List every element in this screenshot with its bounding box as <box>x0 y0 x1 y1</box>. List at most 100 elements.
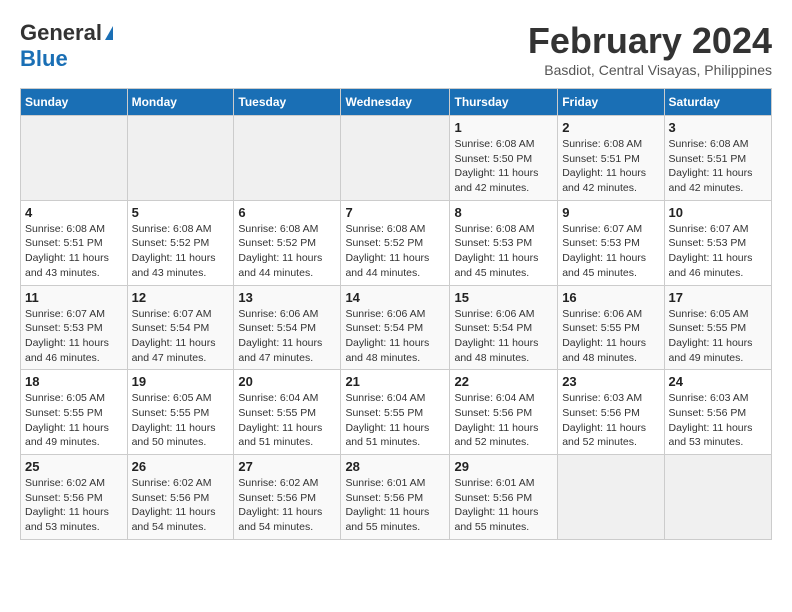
table-row: 11 Sunrise: 6:07 AM Sunset: 5:53 PM Dayl… <box>21 285 128 370</box>
day-info: Sunrise: 6:05 AM Sunset: 5:55 PM Dayligh… <box>25 392 109 448</box>
table-row: 23 Sunrise: 6:03 AM Sunset: 5:56 PM Dayl… <box>558 370 664 455</box>
location-title: Basdiot, Central Visayas, Philippines <box>528 62 772 78</box>
month-title: February 2024 <box>528 20 772 62</box>
calendar-week-row: 25 Sunrise: 6:02 AM Sunset: 5:56 PM Dayl… <box>21 455 772 540</box>
table-row: 22 Sunrise: 6:04 AM Sunset: 5:56 PM Dayl… <box>450 370 558 455</box>
header-thursday: Thursday <box>450 89 558 116</box>
day-number: 19 <box>132 374 230 389</box>
header-monday: Monday <box>127 89 234 116</box>
day-number: 15 <box>454 290 553 305</box>
day-number: 7 <box>345 205 445 220</box>
table-row: 29 Sunrise: 6:01 AM Sunset: 5:56 PM Dayl… <box>450 455 558 540</box>
table-row: 13 Sunrise: 6:06 AM Sunset: 5:54 PM Dayl… <box>234 285 341 370</box>
day-number: 25 <box>25 459 123 474</box>
day-info: Sunrise: 6:04 AM Sunset: 5:56 PM Dayligh… <box>454 392 538 448</box>
table-row: 9 Sunrise: 6:07 AM Sunset: 5:53 PM Dayli… <box>558 200 664 285</box>
day-info: Sunrise: 6:03 AM Sunset: 5:56 PM Dayligh… <box>669 392 753 448</box>
day-info: Sunrise: 6:08 AM Sunset: 5:53 PM Dayligh… <box>454 223 538 279</box>
day-number: 18 <box>25 374 123 389</box>
day-info: Sunrise: 6:05 AM Sunset: 5:55 PM Dayligh… <box>669 308 753 364</box>
table-row: 16 Sunrise: 6:06 AM Sunset: 5:55 PM Dayl… <box>558 285 664 370</box>
header-tuesday: Tuesday <box>234 89 341 116</box>
day-number: 22 <box>454 374 553 389</box>
calendar-header-row: Sunday Monday Tuesday Wednesday Thursday… <box>21 89 772 116</box>
day-number: 16 <box>562 290 659 305</box>
day-number: 4 <box>25 205 123 220</box>
day-info: Sunrise: 6:08 AM Sunset: 5:50 PM Dayligh… <box>454 138 538 194</box>
table-row: 14 Sunrise: 6:06 AM Sunset: 5:54 PM Dayl… <box>341 285 450 370</box>
header-saturday: Saturday <box>664 89 771 116</box>
table-row: 21 Sunrise: 6:04 AM Sunset: 5:55 PM Dayl… <box>341 370 450 455</box>
day-info: Sunrise: 6:04 AM Sunset: 5:55 PM Dayligh… <box>238 392 322 448</box>
day-number: 20 <box>238 374 336 389</box>
table-row: 25 Sunrise: 6:02 AM Sunset: 5:56 PM Dayl… <box>21 455 128 540</box>
calendar-table: Sunday Monday Tuesday Wednesday Thursday… <box>20 88 772 540</box>
day-info: Sunrise: 6:08 AM Sunset: 5:52 PM Dayligh… <box>238 223 322 279</box>
day-number: 10 <box>669 205 767 220</box>
table-row <box>664 455 771 540</box>
day-info: Sunrise: 6:08 AM Sunset: 5:52 PM Dayligh… <box>132 223 216 279</box>
day-number: 3 <box>669 120 767 135</box>
day-info: Sunrise: 6:08 AM Sunset: 5:51 PM Dayligh… <box>25 223 109 279</box>
table-row: 1 Sunrise: 6:08 AM Sunset: 5:50 PM Dayli… <box>450 116 558 201</box>
header-wednesday: Wednesday <box>341 89 450 116</box>
day-info: Sunrise: 6:07 AM Sunset: 5:54 PM Dayligh… <box>132 308 216 364</box>
day-number: 27 <box>238 459 336 474</box>
day-info: Sunrise: 6:07 AM Sunset: 5:53 PM Dayligh… <box>562 223 646 279</box>
header-friday: Friday <box>558 89 664 116</box>
table-row <box>234 116 341 201</box>
day-number: 24 <box>669 374 767 389</box>
table-row: 12 Sunrise: 6:07 AM Sunset: 5:54 PM Dayl… <box>127 285 234 370</box>
table-row <box>127 116 234 201</box>
day-number: 1 <box>454 120 553 135</box>
table-row <box>21 116 128 201</box>
table-row: 10 Sunrise: 6:07 AM Sunset: 5:53 PM Dayl… <box>664 200 771 285</box>
day-info: Sunrise: 6:08 AM Sunset: 5:52 PM Dayligh… <box>345 223 429 279</box>
logo: General Blue <box>20 20 113 72</box>
day-info: Sunrise: 6:02 AM Sunset: 5:56 PM Dayligh… <box>25 477 109 533</box>
header-sunday: Sunday <box>21 89 128 116</box>
day-number: 8 <box>454 205 553 220</box>
day-number: 28 <box>345 459 445 474</box>
calendar-week-row: 4 Sunrise: 6:08 AM Sunset: 5:51 PM Dayli… <box>21 200 772 285</box>
page-header: General Blue February 2024 Basdiot, Cent… <box>20 20 772 78</box>
day-number: 23 <box>562 374 659 389</box>
table-row: 8 Sunrise: 6:08 AM Sunset: 5:53 PM Dayli… <box>450 200 558 285</box>
table-row: 18 Sunrise: 6:05 AM Sunset: 5:55 PM Dayl… <box>21 370 128 455</box>
day-info: Sunrise: 6:06 AM Sunset: 5:54 PM Dayligh… <box>345 308 429 364</box>
day-info: Sunrise: 6:03 AM Sunset: 5:56 PM Dayligh… <box>562 392 646 448</box>
day-number: 6 <box>238 205 336 220</box>
day-info: Sunrise: 6:02 AM Sunset: 5:56 PM Dayligh… <box>132 477 216 533</box>
table-row <box>558 455 664 540</box>
day-info: Sunrise: 6:08 AM Sunset: 5:51 PM Dayligh… <box>669 138 753 194</box>
table-row: 6 Sunrise: 6:08 AM Sunset: 5:52 PM Dayli… <box>234 200 341 285</box>
day-number: 5 <box>132 205 230 220</box>
table-row: 28 Sunrise: 6:01 AM Sunset: 5:56 PM Dayl… <box>341 455 450 540</box>
table-row: 15 Sunrise: 6:06 AM Sunset: 5:54 PM Dayl… <box>450 285 558 370</box>
day-number: 13 <box>238 290 336 305</box>
day-number: 17 <box>669 290 767 305</box>
table-row: 4 Sunrise: 6:08 AM Sunset: 5:51 PM Dayli… <box>21 200 128 285</box>
table-row: 26 Sunrise: 6:02 AM Sunset: 5:56 PM Dayl… <box>127 455 234 540</box>
day-number: 9 <box>562 205 659 220</box>
logo-general: General <box>20 20 102 46</box>
day-info: Sunrise: 6:02 AM Sunset: 5:56 PM Dayligh… <box>238 477 322 533</box>
logo-blue: Blue <box>20 46 68 71</box>
table-row: 20 Sunrise: 6:04 AM Sunset: 5:55 PM Dayl… <box>234 370 341 455</box>
day-number: 12 <box>132 290 230 305</box>
day-info: Sunrise: 6:06 AM Sunset: 5:54 PM Dayligh… <box>238 308 322 364</box>
table-row: 2 Sunrise: 6:08 AM Sunset: 5:51 PM Dayli… <box>558 116 664 201</box>
table-row <box>341 116 450 201</box>
day-number: 2 <box>562 120 659 135</box>
calendar-week-row: 18 Sunrise: 6:05 AM Sunset: 5:55 PM Dayl… <box>21 370 772 455</box>
calendar-week-row: 1 Sunrise: 6:08 AM Sunset: 5:50 PM Dayli… <box>21 116 772 201</box>
day-number: 21 <box>345 374 445 389</box>
table-row: 24 Sunrise: 6:03 AM Sunset: 5:56 PM Dayl… <box>664 370 771 455</box>
day-info: Sunrise: 6:07 AM Sunset: 5:53 PM Dayligh… <box>669 223 753 279</box>
logo-triangle-icon <box>105 26 113 40</box>
table-row: 5 Sunrise: 6:08 AM Sunset: 5:52 PM Dayli… <box>127 200 234 285</box>
day-number: 26 <box>132 459 230 474</box>
day-info: Sunrise: 6:01 AM Sunset: 5:56 PM Dayligh… <box>454 477 538 533</box>
day-info: Sunrise: 6:06 AM Sunset: 5:55 PM Dayligh… <box>562 308 646 364</box>
table-row: 17 Sunrise: 6:05 AM Sunset: 5:55 PM Dayl… <box>664 285 771 370</box>
